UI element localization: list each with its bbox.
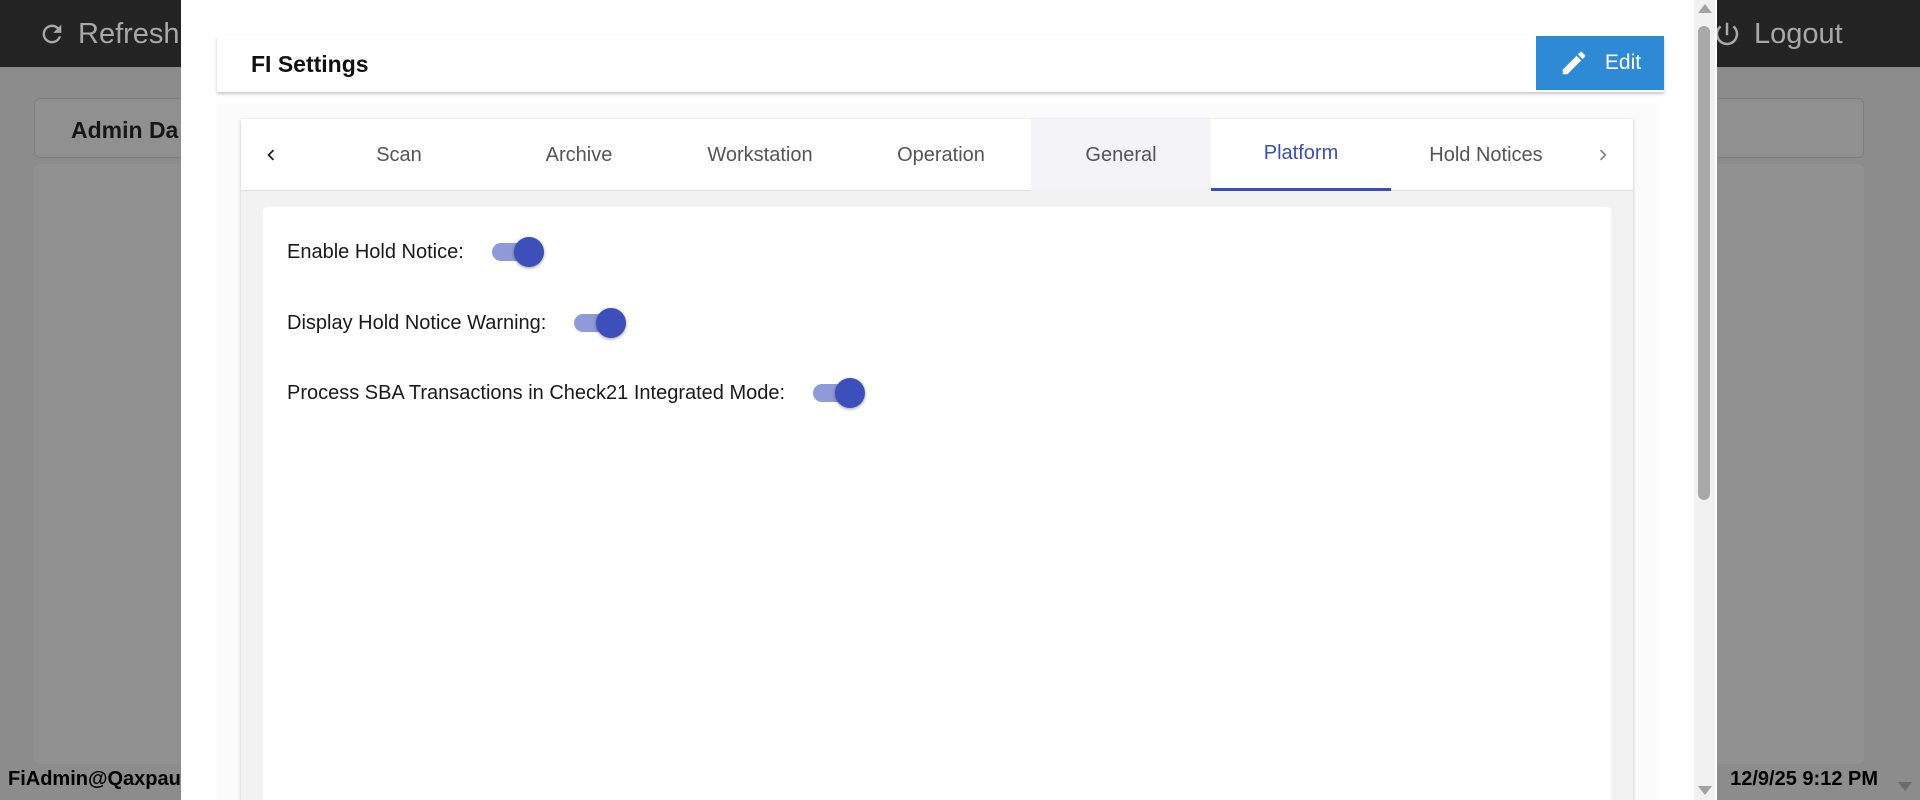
refresh-button[interactable]: Refresh <box>38 16 180 52</box>
tab-general[interactable]: General <box>1031 119 1211 191</box>
scroll-down-arrow[interactable] <box>1698 786 1712 795</box>
status-user: FiAdmin@Qaxpaut <box>8 768 188 790</box>
edit-label: Edit <box>1604 51 1642 74</box>
page-scroll-down-arrow[interactable] <box>1898 782 1912 791</box>
modal-scrollbar[interactable] <box>1694 0 1715 800</box>
pencil-icon <box>1562 51 1586 75</box>
refresh-icon <box>42 24 62 44</box>
toggle-thumb <box>596 308 627 338</box>
process-sba-check21-toggle[interactable] <box>813 378 866 408</box>
settings-tabs-card: Scan Archive Workstation Operation Gener… <box>241 119 1633 800</box>
refresh-label: Refresh <box>78 17 180 50</box>
tab-scan[interactable]: Scan <box>309 119 489 191</box>
scroll-up-arrow[interactable] <box>1698 4 1712 13</box>
enable-hold-notice-toggle[interactable] <box>491 237 544 267</box>
chevron-right-icon <box>1599 149 1607 161</box>
modal-title: FI Settings <box>251 51 369 77</box>
toggle-thumb <box>835 378 866 408</box>
scroll-thumb[interactable] <box>1698 26 1710 500</box>
tab-archive[interactable]: Archive <box>489 119 669 191</box>
logout-label: Logout <box>1754 17 1843 50</box>
setting-label: Display Hold Notice Warning: <box>287 311 547 334</box>
tab-hold-notices[interactable]: Hold Notices <box>1396 119 1576 191</box>
display-hold-notice-warning-toggle[interactable] <box>574 308 627 338</box>
platform-settings-panel: Enable Hold Notice: Display Hold Notice … <box>263 207 1611 800</box>
modal-header: FI Settings Edit <box>217 36 1664 92</box>
setting-process-sba-check21: Process SBA Transactions in Check21 Inte… <box>287 378 866 408</box>
status-datetime: 12/9/25 9:12 PM <box>1730 768 1878 790</box>
fi-settings-modal: FI Settings Edit Scan Archive Workstatio… <box>181 0 1717 800</box>
admin-dashboard-title: Admin Da <box>71 117 179 143</box>
tab-operation[interactable]: Operation <box>851 119 1031 191</box>
logout-button[interactable]: Logout <box>1712 16 1843 52</box>
chevron-left-icon <box>267 149 275 161</box>
tab-workstation[interactable]: Workstation <box>670 119 850 191</box>
edit-button[interactable]: Edit <box>1536 36 1664 90</box>
tab-platform[interactable]: Platform <box>1211 119 1391 191</box>
setting-label: Process SBA Transactions in Check21 Inte… <box>287 381 786 404</box>
tab-scroll-left-button[interactable] <box>241 119 301 191</box>
tab-scroll-right-button[interactable] <box>1573 119 1633 191</box>
setting-label: Enable Hold Notice: <box>287 240 464 263</box>
setting-display-hold-notice-warning: Display Hold Notice Warning: <box>287 308 627 338</box>
toggle-thumb <box>513 237 544 267</box>
setting-enable-hold-notice: Enable Hold Notice: <box>287 237 544 267</box>
tab-bar: Scan Archive Workstation Operation Gener… <box>241 119 1633 191</box>
